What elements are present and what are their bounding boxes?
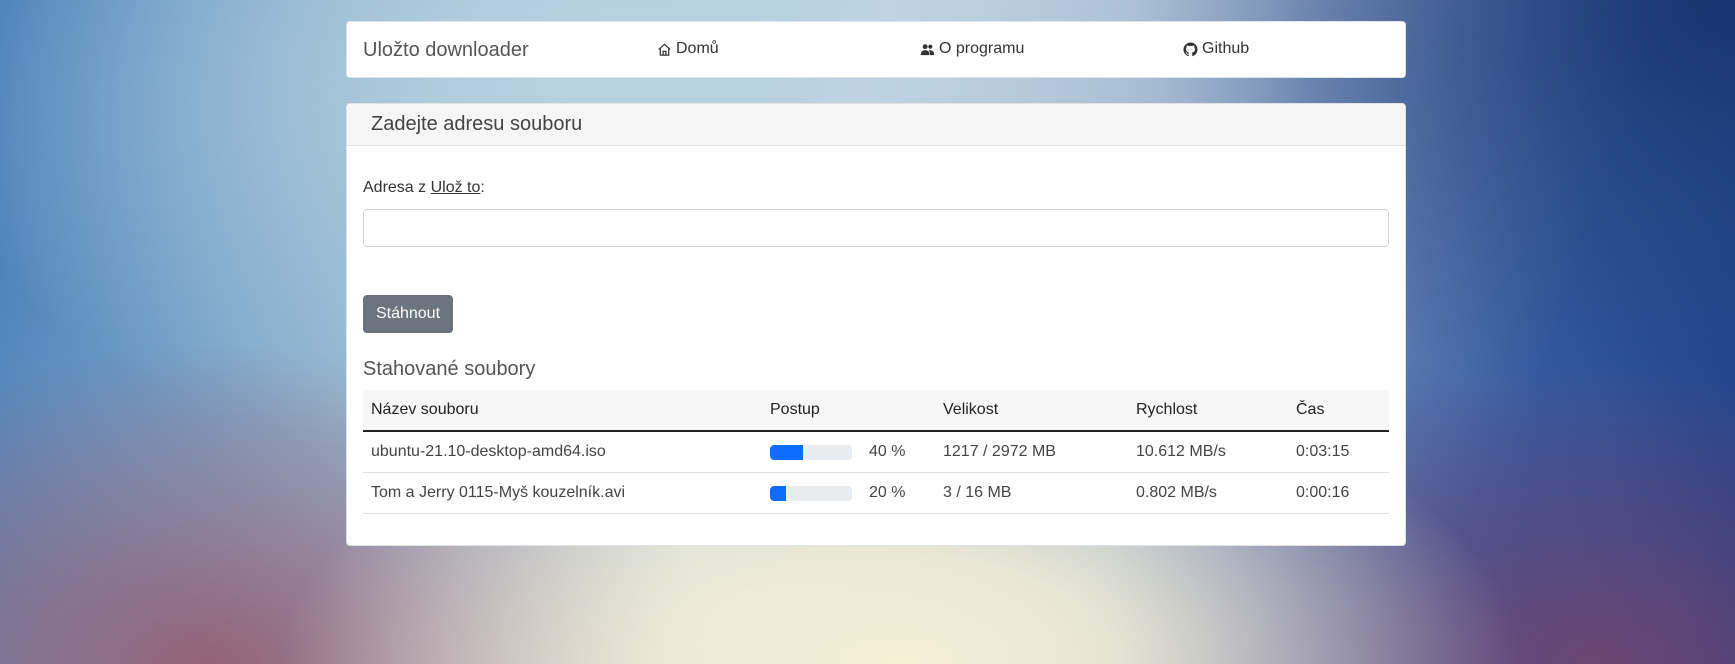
- nav-link-about-label: O programu: [939, 40, 1025, 57]
- url-label-prefix: Adresa z: [363, 179, 431, 196]
- file-size: 3 / 16 MB: [935, 472, 1128, 514]
- github-icon: [1183, 41, 1198, 56]
- remaining-time: 0:03:15: [1288, 431, 1389, 473]
- progress-fill: [770, 444, 803, 460]
- column-header-speed: Rychlost: [1128, 390, 1288, 432]
- nav-link-home[interactable]: Domů: [657, 40, 719, 58]
- download-speed: 10.612 MB/s: [1128, 431, 1288, 473]
- url-label: Adresa z Ulož to:: [363, 179, 485, 197]
- column-header-size: Velikost: [935, 390, 1128, 432]
- ulozto-link[interactable]: Ulož to: [431, 179, 481, 196]
- downloads-title: Stahované soubory: [363, 358, 536, 380]
- nav-link-home-label: Domů: [676, 40, 719, 57]
- brand[interactable]: Uložto downloader: [363, 39, 529, 62]
- table-row: ubuntu-21.10-desktop-amd64.iso 40 % 1217…: [363, 431, 1389, 473]
- users-icon: [920, 43, 935, 55]
- column-header-name: Název souboru: [363, 390, 762, 432]
- url-label-suffix: :: [480, 179, 485, 196]
- download-card: Zadejte adresu souboru Adresa z Ulož to:…: [346, 103, 1406, 546]
- home-icon: [658, 43, 671, 56]
- progress-fill: [770, 485, 787, 501]
- progress-bar: [770, 485, 852, 501]
- table-row: Tom a Jerry 0115-Myš kouzelník.avi 20 % …: [363, 472, 1389, 514]
- download-speed: 0.802 MB/s: [1128, 472, 1288, 514]
- table-header-row: Název souboru Postup Velikost Rychlost Č…: [363, 390, 1389, 432]
- progress-bar: [770, 444, 852, 460]
- nav-link-github-label: Github: [1202, 40, 1250, 57]
- column-header-progress: Postup: [762, 390, 935, 432]
- navbar: Uložto downloader Domů O programu Github: [346, 21, 1406, 78]
- nav-link-github[interactable]: Github: [1183, 40, 1249, 58]
- file-size: 1217 / 2972 MB: [935, 431, 1128, 473]
- progress-cell: 40 %: [762, 431, 935, 473]
- progress-label: 40 %: [869, 443, 906, 460]
- file-name: Tom a Jerry 0115-Myš kouzelník.avi: [363, 472, 762, 514]
- progress-cell: 20 %: [762, 472, 935, 514]
- download-button[interactable]: Stáhnout: [363, 295, 453, 333]
- remaining-time: 0:00:16: [1288, 472, 1389, 514]
- file-name: ubuntu-21.10-desktop-amd64.iso: [363, 431, 762, 473]
- url-input[interactable]: [363, 209, 1389, 247]
- column-header-time: Čas: [1288, 390, 1389, 432]
- card-header: Zadejte adresu souboru: [347, 104, 1405, 146]
- nav-link-about[interactable]: O programu: [920, 40, 1024, 58]
- downloads-table: Název souboru Postup Velikost Rychlost Č…: [363, 390, 1389, 514]
- progress-label: 20 %: [869, 484, 906, 501]
